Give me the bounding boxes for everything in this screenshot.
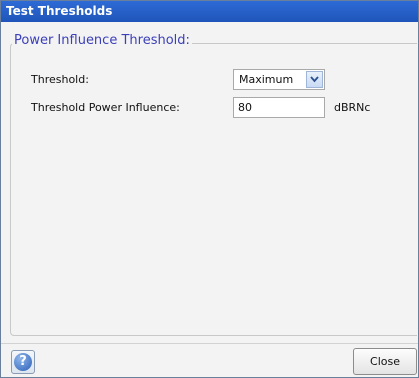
dialog-title: Test Thresholds (1, 1, 418, 22)
help-icon: ? (14, 353, 32, 371)
threshold-label: Threshold: (31, 73, 89, 86)
threshold-select[interactable]: Maximum (233, 69, 325, 90)
chevron-down-icon[interactable] (306, 71, 323, 88)
power-influence-unit: dBRNc (334, 101, 371, 114)
threshold-select-value: Maximum (239, 73, 294, 86)
power-influence-input[interactable] (233, 97, 325, 118)
footer-divider (1, 343, 418, 344)
group-legend: Power Influence Threshold: (12, 33, 192, 48)
test-thresholds-dialog: Test Thresholds Power Influence Threshol… (0, 0, 419, 378)
help-button[interactable]: ? (11, 350, 35, 374)
power-influence-group (10, 43, 417, 336)
power-influence-label: Threshold Power Influence: (31, 101, 180, 114)
close-button[interactable]: Close (353, 348, 417, 375)
